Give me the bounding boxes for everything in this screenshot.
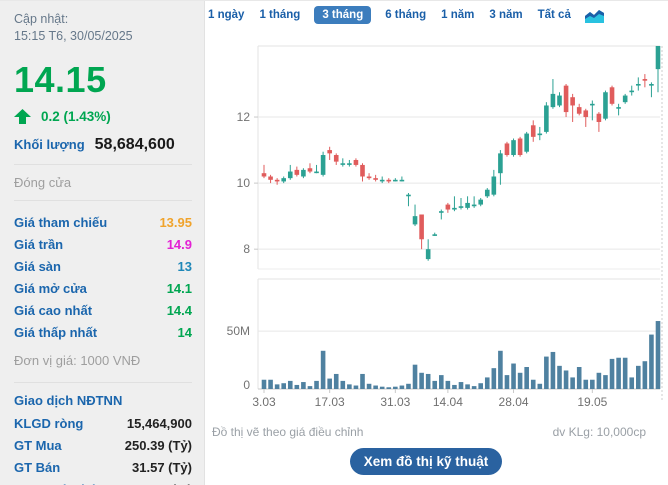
svg-text:12: 12 bbox=[237, 110, 251, 124]
volume-label: Khối lượng bbox=[14, 137, 85, 152]
candles bbox=[262, 46, 661, 261]
price-row-value: 14 bbox=[178, 325, 192, 340]
svg-text:50M: 50M bbox=[227, 324, 250, 338]
foreign-row-label: GT Mua bbox=[14, 438, 62, 453]
svg-text:28.04: 28.04 bbox=[499, 395, 529, 409]
svg-text:8: 8 bbox=[243, 242, 250, 256]
price-row: Giá trần 14.9 bbox=[14, 233, 192, 255]
svg-text:31.03: 31.03 bbox=[380, 395, 410, 409]
svg-text:0: 0 bbox=[243, 378, 250, 392]
price-row-value: 14.9 bbox=[167, 237, 192, 252]
svg-text:19.05: 19.05 bbox=[577, 395, 607, 409]
price-row-label: Giá trần bbox=[14, 237, 63, 252]
foreign-row-value: 31.57 (Tỷ) bbox=[132, 460, 192, 475]
price-change: 0.2 (1.43%) bbox=[41, 109, 111, 124]
update-label: Cập nhật: bbox=[14, 11, 192, 28]
session-status: Đóng cửa bbox=[14, 175, 192, 190]
price-row-label: Giá mở cửa bbox=[14, 281, 87, 296]
left-panel: Cập nhật: 15:15 T6, 30/05/2025 14.15 0.2… bbox=[0, 1, 205, 485]
foreign-row-value: 42.50 (%) bbox=[136, 482, 192, 485]
foreign-row-value: 15,464,900 bbox=[127, 416, 192, 431]
price-row-label: Giá thấp nhất bbox=[14, 325, 97, 340]
candlestick-volume-chart[interactable]: 12 10 8 50M 03.03 17.03 31.03 14.04 28.04 19.05 bbox=[205, 1, 668, 421]
foreign-row: GT Bán 31.57 (Tỷ) bbox=[14, 456, 192, 478]
foreign-trade-header: Giao dịch NĐTNN bbox=[14, 393, 192, 408]
last-price: 14.15 bbox=[14, 59, 192, 101]
unit-note: Đơn vị giá: 1000 VNĐ bbox=[14, 353, 192, 368]
divider bbox=[14, 382, 192, 383]
foreign-row-label: KLGD ròng bbox=[14, 416, 83, 431]
price-change-row: 0.2 (1.43%) bbox=[14, 109, 192, 124]
foreign-row-value: 250.39 (Tỷ) bbox=[125, 438, 192, 453]
svg-text:10: 10 bbox=[237, 176, 251, 190]
price-row-value: 13 bbox=[178, 259, 192, 274]
price-row: Giá cao nhất 14.4 bbox=[14, 299, 192, 321]
divider bbox=[14, 200, 192, 201]
svg-text:3.03: 3.03 bbox=[252, 395, 276, 409]
price-row: Giá sàn 13 bbox=[14, 255, 192, 277]
update-time: 15:15 T6, 30/05/2025 bbox=[14, 28, 192, 45]
price-detail-list: Giá tham chiếu 13.95 Giá trần 14.9 Giá sàn 13… bbox=[14, 211, 192, 343]
arrow-up-icon bbox=[14, 109, 31, 124]
price-row-value: 14.4 bbox=[167, 303, 192, 318]
stock-quote-widget: Cập nhật: 15:15 T6, 30/05/2025 14.15 0.2… bbox=[0, 0, 668, 485]
volume-row: Khối lượng 58,684,600 bbox=[14, 136, 192, 154]
price-row: Giá tham chiếu 13.95 bbox=[14, 211, 192, 233]
svg-text:14.04: 14.04 bbox=[433, 395, 463, 409]
foreign-row-label: GT Bán bbox=[14, 460, 60, 475]
foreign-row-label: Room còn lại bbox=[14, 482, 96, 485]
price-row-label: Giá tham chiếu bbox=[14, 215, 107, 230]
foreign-trade-list: KLGD ròng 15,464,900 GT Mua 250.39 (Tỷ) GT B… bbox=[14, 412, 192, 485]
price-row-label: Giá cao nhất bbox=[14, 303, 92, 318]
price-row-value: 13.95 bbox=[159, 215, 192, 230]
foreign-row: KLGD ròng 15,464,900 bbox=[14, 412, 192, 434]
adjusted-price-note: Đồ thị vẽ theo giá điều chỉnh bbox=[212, 425, 363, 439]
svg-text:17.03: 17.03 bbox=[315, 395, 345, 409]
volume-value: 58,684,600 bbox=[95, 136, 175, 154]
price-row-value: 14.1 bbox=[167, 281, 192, 296]
technical-chart-button[interactable]: Xem đồ thị kỹ thuật bbox=[350, 448, 502, 475]
foreign-row: GT Mua 250.39 (Tỷ) bbox=[14, 434, 192, 456]
price-row: Giá mở cửa 14.1 bbox=[14, 277, 192, 299]
volume-unit-note: dv KLg: 10,000cp bbox=[553, 425, 646, 439]
price-row-label: Giá sàn bbox=[14, 259, 61, 274]
price-row: Giá thấp nhất 14 bbox=[14, 321, 192, 343]
divider bbox=[14, 164, 192, 165]
